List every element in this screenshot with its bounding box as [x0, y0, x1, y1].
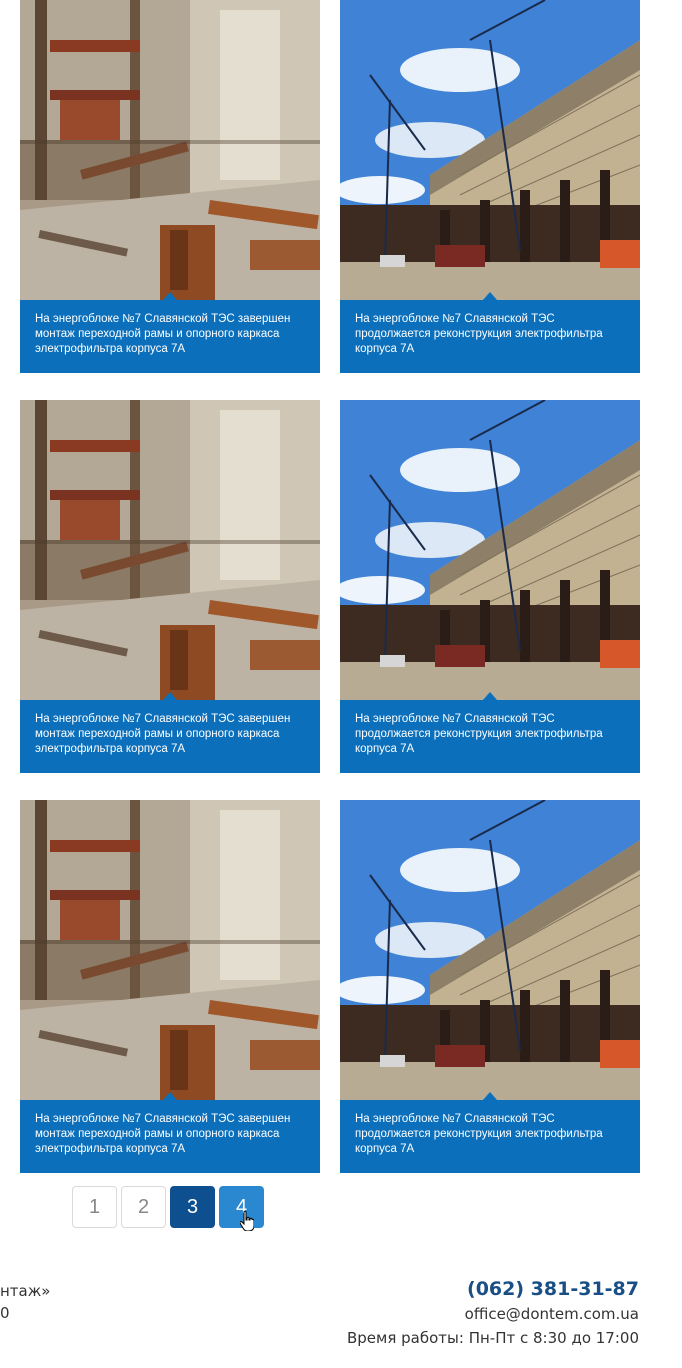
- page-3-button-current[interactable]: 3: [170, 1186, 215, 1228]
- news-caption[interactable]: На энергоблоке №7 Славянской ТЭС продолж…: [355, 312, 627, 357]
- news-card[interactable]: На энергоблоке №7 Славянской ТЭС продолж…: [340, 800, 640, 1173]
- news-caption[interactable]: На энергоблоке №7 Славянской ТЭС продолж…: [355, 1112, 627, 1157]
- news-card[interactable]: На энергоблоке №7 Славянской ТЭС заверше…: [20, 400, 320, 773]
- footer-email-link[interactable]: office@dontem.com.ua: [347, 1302, 639, 1326]
- demolition-photo[interactable]: [20, 0, 320, 300]
- caption-pointer: [163, 292, 177, 300]
- footer-left: нтаж» 0: [0, 1280, 50, 1324]
- footer-phone-link[interactable]: (062) 381-31-87: [347, 1276, 639, 1302]
- caption-pointer: [483, 1092, 497, 1100]
- caption-pointer: [483, 292, 497, 300]
- caption-pointer: [483, 692, 497, 700]
- caption-pointer: [163, 692, 177, 700]
- news-card[interactable]: На энергоблоке №7 Славянской ТЭС заверше…: [20, 800, 320, 1173]
- footer-company-fragment: нтаж»: [0, 1282, 51, 1300]
- page-1-button[interactable]: 1: [72, 1186, 117, 1228]
- footer-working-hours: Время работы: Пн-Пт с 8:30 до 17:00: [347, 1329, 639, 1347]
- page-2-button[interactable]: 2: [121, 1186, 166, 1228]
- crane-photo[interactable]: [340, 400, 640, 700]
- pagination: 1 2 3 4: [72, 1186, 264, 1231]
- footer-address-fragment: 0: [0, 1304, 10, 1322]
- news-card[interactable]: На энергоблоке №7 Славянской ТЭС продолж…: [340, 400, 640, 773]
- hand-cursor-icon: [240, 1211, 254, 1231]
- news-caption[interactable]: На энергоблоке №7 Славянской ТЭС заверше…: [35, 312, 307, 357]
- news-caption[interactable]: На энергоблоке №7 Славянской ТЭС заверше…: [35, 712, 307, 757]
- demolition-photo[interactable]: [20, 800, 320, 1100]
- news-caption[interactable]: На энергоблоке №7 Славянской ТЭС заверше…: [35, 1112, 307, 1157]
- footer-contacts: (062) 381-31-87 office@dontem.com.ua Вре…: [347, 1276, 639, 1350]
- crane-photo[interactable]: [340, 800, 640, 1100]
- news-caption[interactable]: На энергоблоке №7 Славянской ТЭС продолж…: [355, 712, 627, 757]
- news-card[interactable]: На энергоблоке №7 Славянской ТЭС продолж…: [340, 0, 640, 373]
- news-card[interactable]: На энергоблоке №7 Славянской ТЭС заверше…: [20, 0, 320, 373]
- caption-pointer: [163, 1092, 177, 1100]
- demolition-photo[interactable]: [20, 400, 320, 700]
- page-4-button[interactable]: 4: [219, 1186, 264, 1231]
- crane-photo[interactable]: [340, 0, 640, 300]
